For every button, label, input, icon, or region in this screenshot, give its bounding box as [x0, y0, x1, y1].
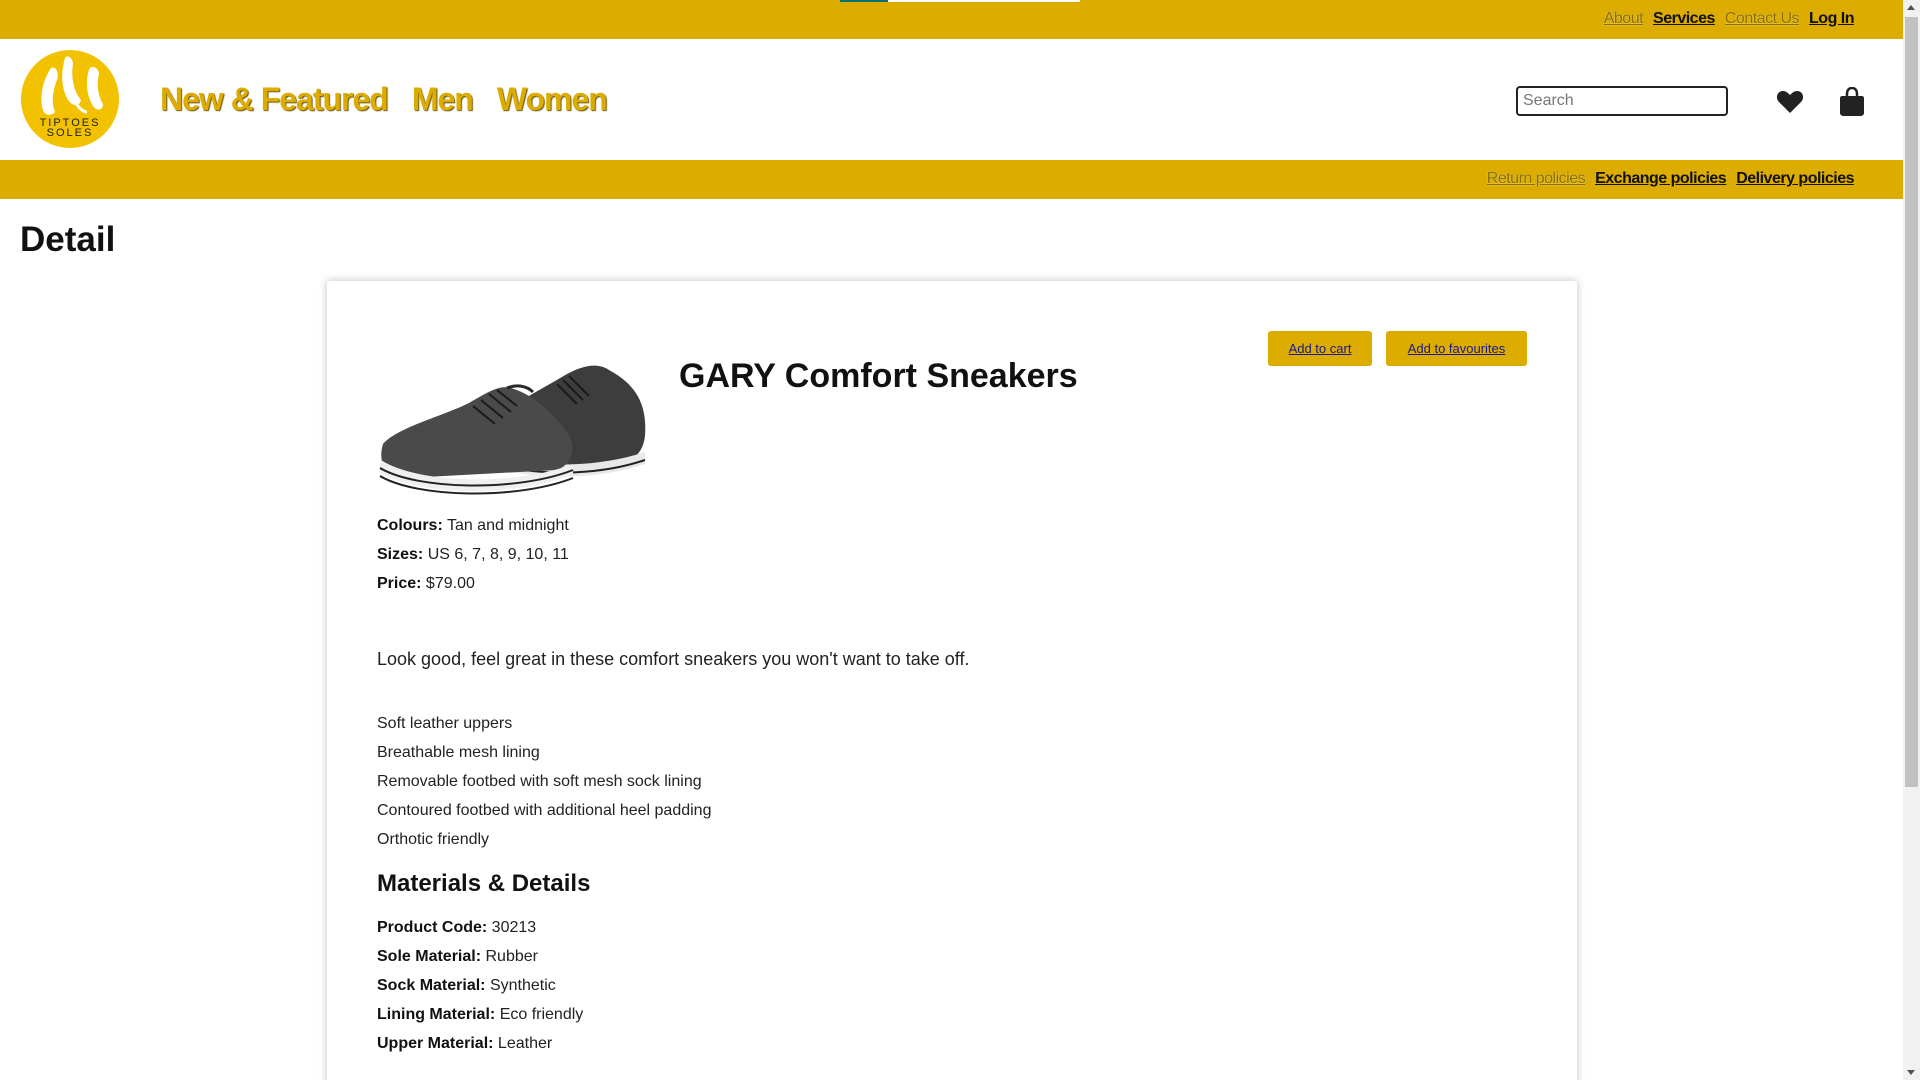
logo-text-line2: SOLES — [46, 127, 94, 139]
policy-links: Return policies Exchange policies Delive… — [1487, 170, 1855, 188]
heart-icon[interactable] — [1776, 89, 1804, 115]
material-label: Product Code: — [377, 919, 488, 936]
policy-bar: Return policies Exchange policies Delive… — [0, 160, 1903, 199]
spec-price: Price: $79.00 — [377, 569, 569, 598]
spec-label: Price: — [377, 575, 422, 592]
product-image — [379, 365, 646, 495]
top-bar: About Services Contact Us Log In — [0, 0, 1903, 39]
feature-item: Breathable mesh lining — [377, 744, 540, 761]
delivery-policies-link[interactable]: Delivery policies — [1736, 170, 1854, 188]
material-value: Leather — [497, 1035, 553, 1052]
exchange-policies-link[interactable]: Exchange policies — [1595, 170, 1727, 188]
scrollbar-thumb[interactable] — [1905, 17, 1918, 787]
product-tagline: Look good, feel great in these comfort s… — [377, 649, 970, 669]
spec-label: Sizes: — [377, 546, 424, 563]
scroll-up-arrow-icon[interactable] — [1907, 5, 1915, 10]
material-label: Upper Material: — [377, 1035, 494, 1052]
material-label: Lining Material: — [377, 1006, 496, 1023]
top-links: About Services Contact Us Log In — [1604, 10, 1855, 28]
site-header: TIPTOES SOLES New & Featured Men Women — [0, 39, 1903, 160]
spec-value: $79.00 — [425, 575, 475, 592]
about-link[interactable]: About — [1604, 10, 1644, 28]
nav-men[interactable]: Men — [412, 81, 474, 118]
feature-list: Soft leather uppers Breathable mesh lini… — [377, 709, 711, 854]
feature-item: Contoured footbed with additional heel p… — [377, 802, 712, 819]
page-scrollbar[interactable] — [1903, 0, 1920, 1080]
page-title: Detail — [20, 220, 116, 259]
shopping-bag-icon[interactable] — [1839, 86, 1865, 117]
spec-value: Tan and midnight — [446, 517, 569, 534]
spec-sizes: Sizes: US 6, 7, 8, 9, 10, 11 — [377, 540, 569, 569]
material-row: Sole Material: Rubber — [377, 942, 583, 971]
material-value: 30213 — [491, 919, 537, 936]
material-value: Eco friendly — [499, 1006, 584, 1023]
material-value: Rubber — [485, 948, 538, 965]
contact-us-link[interactable]: Contact Us — [1725, 10, 1800, 28]
loading-progress-fill — [840, 0, 888, 2]
product-specs: Colours: Tan and midnight Sizes: US 6, 7… — [377, 511, 569, 598]
spec-label: Colours: — [377, 517, 443, 534]
material-row: Product Code: 30213 — [377, 913, 583, 942]
add-to-favourites-button[interactable]: Add to favourites — [1386, 331, 1527, 366]
browser-viewport: About Services Contact Us Log In TIPTOES… — [0, 0, 1903, 1080]
materials-list: Product Code: 30213 Sole Material: Rubbe… — [377, 913, 583, 1058]
product-card: GARY Comfort Sneakers Add to cart Add to… — [327, 281, 1577, 1080]
feature-item: Soft leather uppers — [377, 715, 513, 732]
nav-new-featured[interactable]: New & Featured — [160, 81, 389, 118]
loading-progress-bar — [840, 0, 1080, 2]
product-title: GARY Comfort Sneakers — [679, 357, 1078, 395]
return-policies-link[interactable]: Return policies — [1487, 170, 1586, 188]
nav-women[interactable]: Women — [497, 81, 608, 118]
material-label: Sole Material: — [377, 948, 482, 965]
add-to-cart-button[interactable]: Add to cart — [1268, 331, 1372, 366]
feature-item: Removable footbed with soft mesh sock li… — [377, 773, 702, 790]
log-in-link[interactable]: Log In — [1809, 10, 1854, 28]
search-input[interactable] — [1516, 86, 1728, 116]
material-row: Lining Material: Eco friendly — [377, 1000, 583, 1029]
brand-logo[interactable]: TIPTOES SOLES — [21, 50, 119, 148]
main-nav: New & Featured Men Women — [160, 81, 608, 118]
services-link[interactable]: Services — [1653, 10, 1715, 28]
material-label: Sock Material: — [377, 977, 486, 994]
material-row: Sock Material: Synthetic — [377, 971, 583, 1000]
spec-value: US 6, 7, 8, 9, 10, 11 — [427, 546, 569, 563]
feature-item: Orthotic friendly — [377, 831, 490, 848]
scroll-down-arrow-icon[interactable] — [1907, 1070, 1915, 1075]
material-row: Upper Material: Leather — [377, 1029, 583, 1058]
materials-heading: Materials & Details — [377, 870, 591, 897]
spec-colours: Colours: Tan and midnight — [377, 511, 569, 540]
material-value: Synthetic — [489, 977, 556, 994]
